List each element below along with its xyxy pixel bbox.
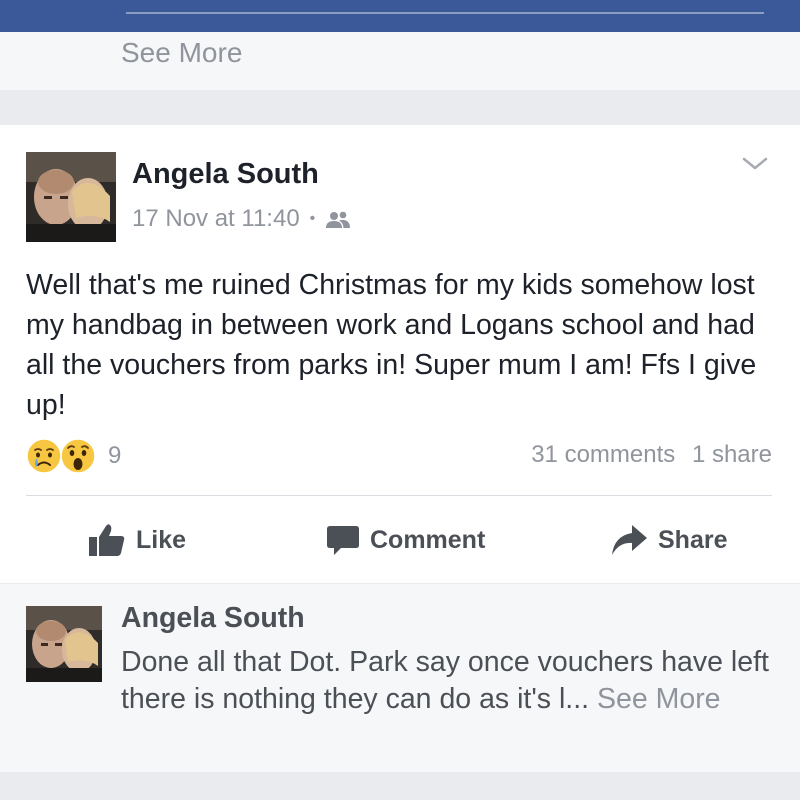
post-text: Well that's me ruined Christmas for my k… bbox=[26, 269, 757, 421]
comment-text: Done all that Dot. Park say once voucher… bbox=[121, 644, 781, 718]
engagement-counts: 31 comments 1 share bbox=[531, 441, 772, 469]
share-arrow-icon bbox=[612, 525, 647, 555]
reaction-summary[interactable]: 9 bbox=[26, 438, 121, 474]
comment-label: Comment bbox=[370, 525, 486, 554]
share-button[interactable]: Share bbox=[610, 522, 727, 558]
post-card: Angela South 17 Nov at 11:40 • Well that… bbox=[0, 125, 800, 583]
avatar-photo bbox=[26, 152, 116, 242]
comment-preview: Angela South Done all that Dot. Park say… bbox=[0, 584, 800, 772]
previous-card-footer: See More bbox=[0, 32, 800, 90]
see-more-link[interactable]: See More bbox=[597, 683, 721, 715]
comments-count[interactable]: 31 comments bbox=[531, 441, 675, 468]
divider bbox=[126, 12, 764, 14]
author-avatar[interactable] bbox=[26, 152, 116, 242]
avatar-photo bbox=[26, 606, 102, 682]
post-author-name[interactable]: Angela South bbox=[132, 158, 319, 191]
post-meta: 17 Nov at 11:40 • bbox=[132, 205, 351, 233]
post-timestamp[interactable]: 17 Nov at 11:40 bbox=[132, 205, 300, 233]
commenter-avatar[interactable] bbox=[26, 606, 102, 682]
chevron-down-icon[interactable] bbox=[740, 153, 770, 173]
friends-icon[interactable] bbox=[325, 209, 351, 229]
reaction-count: 9 bbox=[108, 442, 122, 469]
previous-card-header bbox=[0, 0, 800, 32]
share-label: Share bbox=[658, 525, 728, 554]
see-more-link[interactable]: See More bbox=[121, 37, 242, 69]
meta-separator: • bbox=[309, 210, 316, 227]
thumbs-up-icon bbox=[89, 524, 125, 556]
comment-bubble-icon bbox=[327, 526, 359, 555]
shares-count[interactable]: 1 share bbox=[692, 441, 772, 468]
divider bbox=[26, 495, 772, 496]
commenter-name[interactable]: Angela South bbox=[121, 602, 305, 635]
sad-reaction-icon bbox=[26, 438, 62, 474]
comment-button[interactable]: Comment bbox=[326, 522, 485, 558]
wow-reaction-icon bbox=[60, 438, 96, 474]
like-button[interactable]: Like bbox=[88, 522, 186, 558]
like-label: Like bbox=[136, 525, 187, 554]
